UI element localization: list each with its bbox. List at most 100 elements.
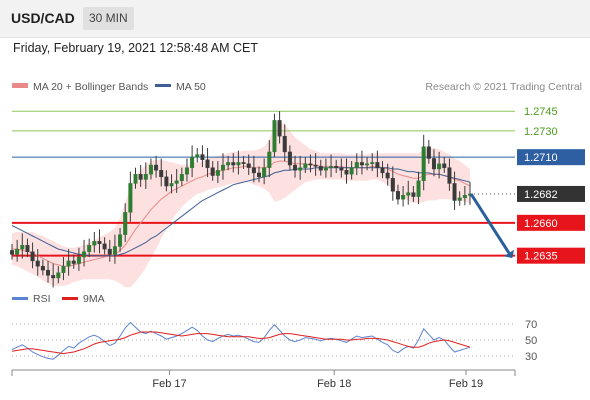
rsi-ma-legend-label: 9MA: [83, 293, 105, 305]
candle-body: [462, 195, 467, 199]
candle-body: [416, 180, 421, 197]
candle-body: [9, 250, 14, 255]
candle-body: [282, 135, 287, 153]
candle-body: [262, 167, 267, 178]
ma50-legend-swatch: [155, 84, 171, 87]
candle-body: [334, 166, 339, 168]
rsi-tick-label: 30: [525, 351, 537, 363]
forecast-arrow: [469, 193, 515, 259]
candle-body: [303, 163, 308, 168]
time-axis: Feb 17 Feb 18 Feb 19: [11, 369, 516, 390]
level-1-2745-label: 1.2745: [524, 106, 558, 118]
level-1-2710-label: 1.2710: [524, 152, 558, 164]
candle-body: [97, 241, 102, 245]
candle-body: [148, 164, 153, 175]
candle-body: [15, 248, 20, 255]
candle-body: [380, 167, 385, 174]
candle-body: [190, 156, 195, 168]
candle-body: [359, 162, 364, 166]
candle-body: [107, 248, 112, 255]
candle-body: [46, 269, 51, 276]
candle-body: [267, 151, 272, 168]
level-1-2682-label: 1.2682: [524, 189, 558, 201]
candle-body: [138, 174, 143, 180]
rsi-line: [11, 321, 471, 360]
candle-body: [40, 265, 45, 271]
candle-body: [71, 260, 76, 264]
candle-body: [401, 195, 406, 200]
candle-body: [20, 244, 25, 250]
time-axis-label: Feb 17: [152, 378, 186, 390]
level-1-2635-label: 1.2635: [524, 251, 558, 263]
rsi-legend: RSI 9MA: [12, 293, 105, 305]
credit-text: Research © 2021 Trading Central: [425, 81, 582, 93]
rsi-ma-legend-swatch: [62, 297, 78, 300]
candle-body: [35, 260, 40, 267]
candle-body: [375, 162, 380, 168]
level-1-2660-label: 1.2660: [524, 218, 558, 230]
candle-body: [349, 167, 354, 175]
level-labels: 1.2745 1.2730 1.2710 1.2682 1.2660 1.2635: [517, 106, 585, 264]
candle-body: [123, 212, 128, 235]
candle-body: [231, 162, 236, 166]
candle-body: [298, 167, 303, 171]
candle-body: [370, 162, 375, 164]
candle-body: [251, 167, 256, 174]
candle-body: [205, 159, 210, 168]
time-axis-label: Feb 18: [317, 378, 351, 390]
ma20-legend-swatch: [12, 83, 28, 88]
candle-body: [154, 164, 159, 171]
candle-body: [128, 183, 133, 213]
candle-body: [457, 197, 462, 201]
candle-body: [293, 164, 298, 171]
ma50-legend-label: MA 50: [176, 81, 206, 93]
candle-body: [385, 172, 390, 179]
candle-body: [437, 163, 442, 170]
candle-body: [246, 163, 251, 168]
candle-body: [92, 241, 97, 246]
rsi-tick-label: 50: [525, 335, 537, 347]
candle-body: [164, 176, 169, 187]
candle-body: [442, 163, 447, 168]
candle-body: [318, 166, 323, 171]
candle-body: [339, 167, 344, 171]
candle-body: [184, 167, 189, 175]
candle-body: [179, 174, 184, 182]
candle-body: [61, 265, 66, 273]
candle-body: [421, 146, 426, 182]
candle-body: [354, 162, 359, 168]
time-axis-label: Feb 19: [449, 378, 483, 390]
candle-body: [287, 151, 292, 166]
candle-body: [51, 275, 56, 279]
candle-body: [215, 170, 220, 176]
candle-body: [406, 192, 411, 196]
candle-body: [236, 162, 241, 166]
candle-body: [133, 174, 138, 184]
candle-body: [344, 170, 349, 175]
candle-body: [102, 243, 107, 250]
candle-body: [323, 167, 328, 171]
candle-body: [210, 167, 215, 176]
candle-body: [143, 174, 148, 180]
candle-body: [426, 146, 431, 159]
candle-body: [272, 120, 277, 153]
candle-body: [220, 164, 225, 171]
candle-body: [159, 170, 164, 178]
rsi-lines: [11, 321, 471, 360]
rsi-legend-swatch: [12, 297, 28, 300]
candle-body: [56, 272, 61, 279]
candle-body: [452, 183, 457, 201]
candle-body: [66, 260, 71, 267]
chart-legend: MA 20 + Bollinger Bands MA 50 Research ©…: [12, 81, 582, 93]
candle-body: [25, 244, 30, 252]
candle-body: [200, 154, 205, 160]
candle-body: [395, 191, 400, 200]
candle-body: [30, 251, 35, 262]
candle-body: [447, 167, 452, 184]
candle-body: [277, 120, 282, 137]
candle-body: [431, 158, 436, 170]
price-chart: MA 20 + Bollinger Bands MA 50 Research ©…: [9, 81, 585, 390]
ma20-legend-label: MA 20 + Bollinger Bands: [33, 81, 148, 93]
rsi-tick-label: 70: [525, 319, 537, 331]
candle-body: [365, 163, 370, 166]
